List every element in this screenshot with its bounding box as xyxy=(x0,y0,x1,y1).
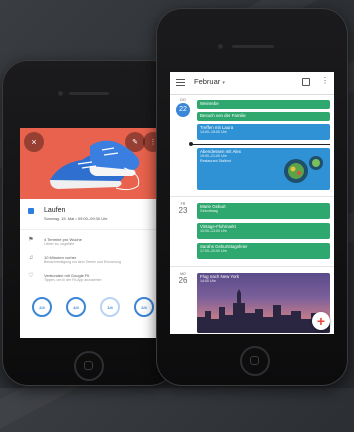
progress-ring[interactable]: 1/4 xyxy=(100,297,120,317)
event-card[interactable]: Abendessen mit Alex 19:00–21:00 Uhr Rest… xyxy=(197,148,330,190)
event-card[interactable]: Treffen mit Laura 14:00–15:00 Uhr xyxy=(197,124,330,140)
overflow-menu-icon[interactable]: ⋮ xyxy=(321,76,329,85)
reminder-subtext: Benachrichtigung vor dem Termin und Erin… xyxy=(44,260,121,264)
left-screen: × ✎ ⋮ Laufen Sonntag, 15. Mai • 09:00–09… xyxy=(20,128,165,338)
event-card[interactable]: Sarahs Geburtstagsfeier 17:00–20:00 Uhr xyxy=(197,243,330,259)
goal-row[interactable]: ⚑ 4 Termine pro Woche Lieber so, ungefäh… xyxy=(28,237,161,249)
heart-icon: ♡ xyxy=(28,273,34,279)
event-details: Laufen Sonntag, 15. Mai • 09:00–09:30 Uh… xyxy=(20,199,165,338)
event-card[interactable]: Besuch von der Familie xyxy=(197,112,330,121)
flag-icon: ⚑ xyxy=(28,237,34,243)
calendar-toolbar: Februar ▾ ⋮ xyxy=(170,72,334,95)
today-button[interactable] xyxy=(302,78,310,86)
right-screen: Februar ▾ ⋮ DO 22 Weinrebe Besuch von de… xyxy=(170,72,334,334)
day-label: DO 22 xyxy=(174,98,192,117)
reminder-row[interactable]: ♫ 10 Minuten vorher Benachrichtigung vor… xyxy=(28,255,161,267)
progress-ring[interactable]: 2/4 xyxy=(134,297,154,317)
event-title: Laufen xyxy=(44,207,66,214)
right-home-button[interactable] xyxy=(240,346,270,376)
right-phone-camera xyxy=(218,44,223,49)
event-time: Sonntag, 15. Mai • 09:00–09:30 Uhr xyxy=(44,216,108,221)
month-label: Februar xyxy=(194,77,221,86)
calendar-color-chip xyxy=(28,208,34,214)
current-time-dot xyxy=(189,142,193,146)
day-label: FR 23 xyxy=(178,202,188,215)
day-label: MO 26 xyxy=(178,272,188,285)
event-card[interactable]: Marie Geburt Geburtstag xyxy=(197,203,330,219)
fit-row[interactable]: ♡ Verbunden mit Google Fit Tippen, um in… xyxy=(28,273,161,285)
add-event-button[interactable]: + xyxy=(312,312,330,330)
dropdown-arrow-icon: ▾ xyxy=(222,80,225,86)
today-indicator: 22 xyxy=(176,103,190,117)
bell-icon: ♫ xyxy=(28,255,34,261)
left-phone-camera xyxy=(58,91,63,96)
current-time-line xyxy=(190,144,330,145)
event-hero: × ✎ ⋮ xyxy=(20,128,165,199)
left-phone-speaker xyxy=(69,92,109,95)
left-phone: × ✎ ⋮ Laufen Sonntag, 15. Mai • 09:00–09… xyxy=(2,60,176,386)
plus-icon: + xyxy=(316,313,326,329)
month-selector[interactable]: Februar ▾ xyxy=(194,77,225,88)
event-card[interactable]: Vintage-Flohmarkt 10:00–13:00 Uhr xyxy=(197,223,330,239)
event-card[interactable]: Weinrebe xyxy=(197,100,330,109)
event-card[interactable]: Flug nach New York 14:00 Uhr xyxy=(197,273,330,333)
goal-subtext: Lieber so, ungefähr xyxy=(44,242,75,246)
right-phone-speaker xyxy=(232,45,274,48)
fit-subtext: Tippen, um in der Fit-App anzusehen xyxy=(44,278,102,282)
right-phone: Februar ▾ ⋮ DO 22 Weinrebe Besuch von de… xyxy=(156,8,348,386)
progress-ring[interactable]: 2/4 xyxy=(32,297,52,317)
left-home-button[interactable] xyxy=(74,351,104,381)
menu-icon[interactable] xyxy=(176,79,185,86)
progress-ring[interactable]: 4/4 xyxy=(66,297,86,317)
food-illustration xyxy=(284,156,323,183)
running-shoes-illustration xyxy=(50,140,140,191)
